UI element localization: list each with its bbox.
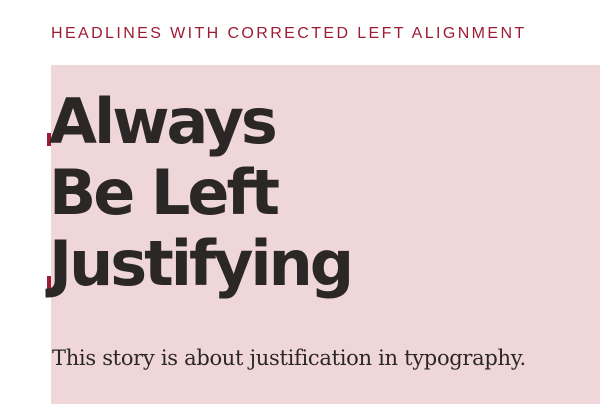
headline-line-1: Always xyxy=(49,85,278,158)
section-eyebrow: HEADLINES WITH CORRECTED LEFT ALIGNMENT xyxy=(51,25,527,42)
headline-line-3: Justifying xyxy=(49,227,354,300)
story-deck: This story is about justification in typ… xyxy=(52,346,526,370)
headline-line-2: Be Left xyxy=(49,156,280,229)
headline: Always Be Left Justifying xyxy=(49,85,354,300)
